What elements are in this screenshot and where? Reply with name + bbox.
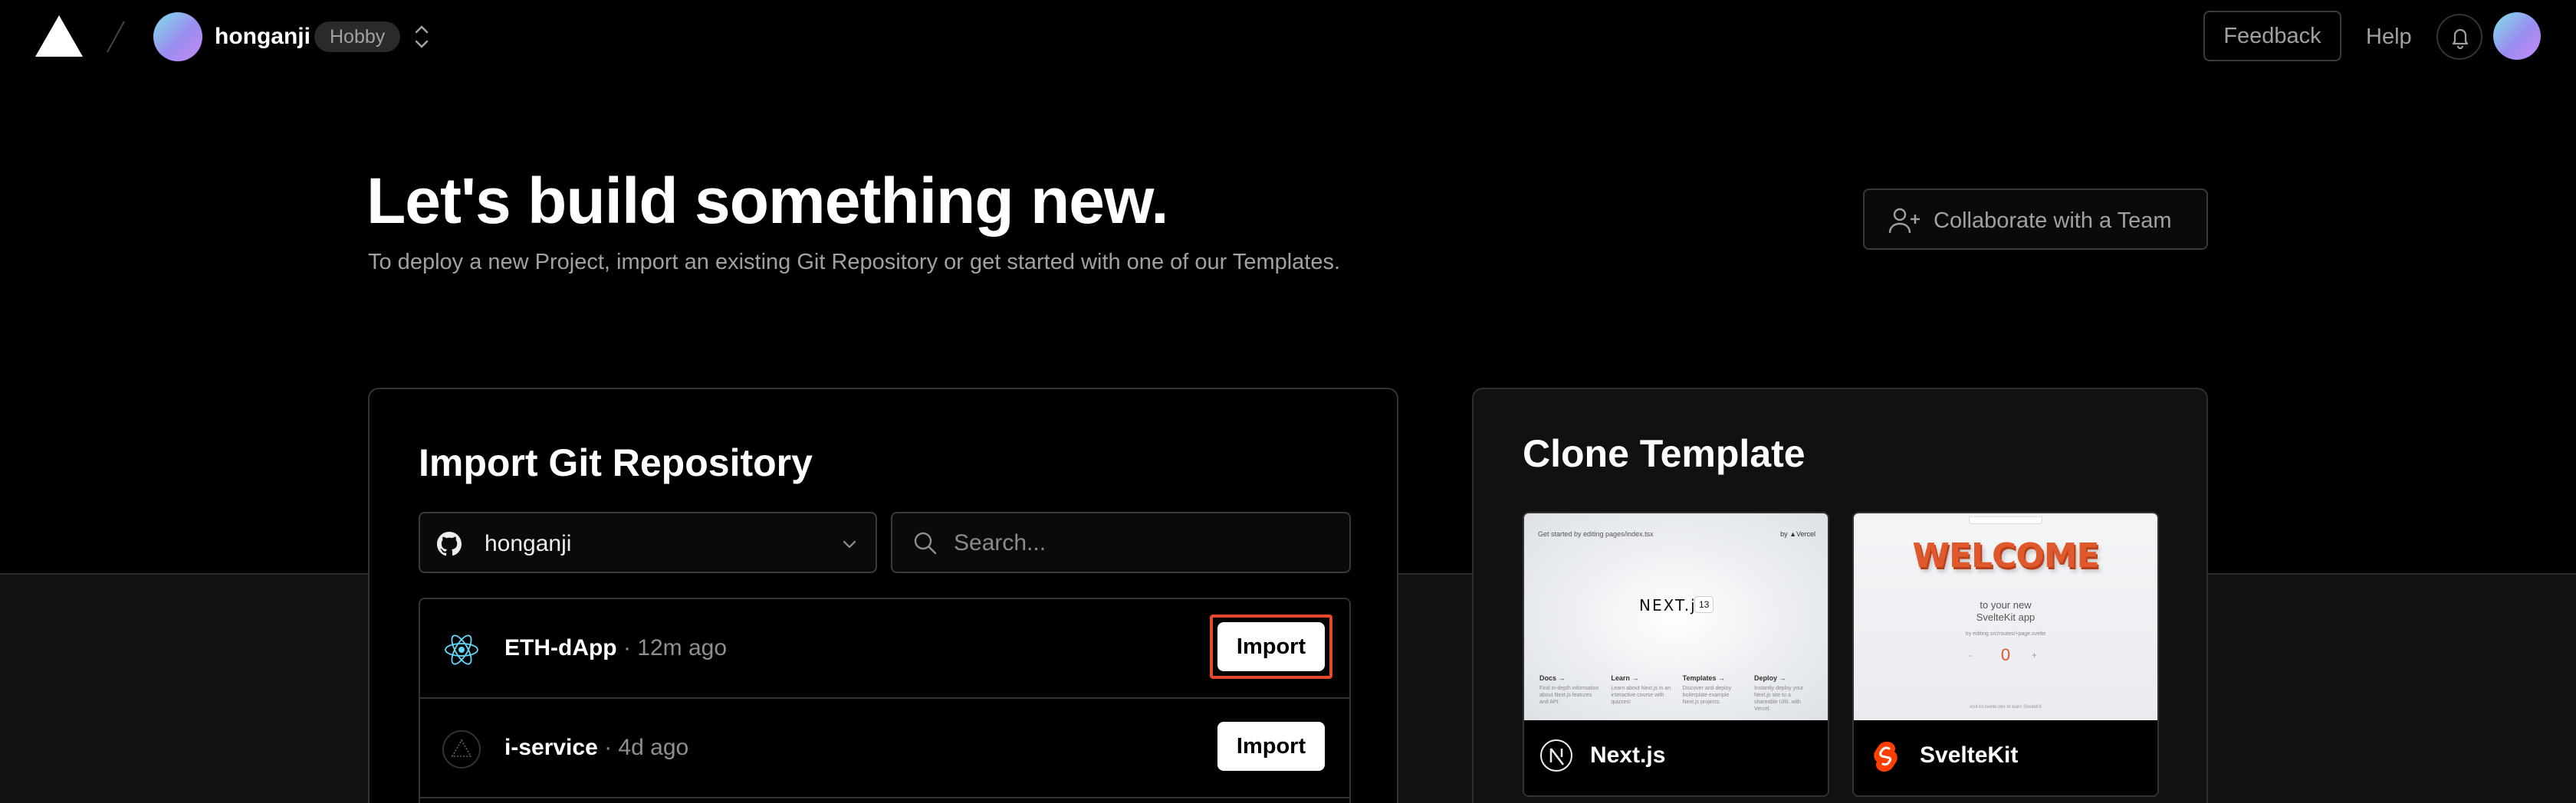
page-title: Let's build something new.: [366, 165, 1169, 237]
breadcrumb-separator-icon: [107, 21, 125, 53]
repository-name: ETH-dApp · 12m ago: [504, 633, 727, 664]
preview-column-title: Templates →: [1682, 674, 1726, 682]
github-icon: [437, 532, 462, 556]
collaborate-label: Collaborate with a Team: [1934, 208, 2172, 233]
preview-subtitle: to your new SvelteKit app: [1854, 599, 2157, 624]
preview-text: to your new: [1980, 599, 2032, 611]
repository-title: i-service: [504, 735, 598, 760]
chevron-down-icon: [843, 540, 856, 549]
account-name[interactable]: honganji: [215, 21, 310, 52]
vercel-triangle-icon: [442, 730, 481, 769]
user-plus-icon: [1888, 208, 1920, 234]
template-card-sveltekit[interactable]: WELCOME to your new SvelteKit app try edi…: [1852, 512, 2159, 797]
preview-column-title: Learn →: [1611, 674, 1639, 682]
preview-column-text: Learn about Next.js in an interactive co…: [1611, 686, 1671, 705]
clone-template-card: Clone Template Get started by editing pa…: [1472, 388, 2208, 803]
collaborate-with-team-button[interactable]: Collaborate with a Team: [1863, 188, 2208, 250]
top-nav: honganji Hobby Feedback Help: [0, 0, 2576, 74]
repository-search[interactable]: [891, 512, 1351, 573]
team-avatar[interactable]: [153, 12, 202, 61]
preview-column-text: Find in-depth information about Next.js …: [1539, 686, 1599, 705]
template-card-nextjs[interactable]: Get started by editing pages/index.tsx b…: [1523, 512, 1829, 797]
help-link[interactable]: Help: [2366, 21, 2412, 52]
preview-column-text: Instantly deploy your Next.js site to a …: [1753, 686, 1804, 712]
version-badge: 13: [1694, 596, 1714, 613]
preview-columns: Docs → Find in-depth information about Ne…: [1539, 674, 1815, 713]
repository-updated-time: · 4d ago: [597, 735, 689, 760]
import-button[interactable]: Import: [1217, 722, 1325, 771]
chevron-up-down-icon[interactable]: [412, 20, 431, 54]
preview-text: by ▲Vercel: [1780, 530, 1815, 538]
template-footer: SvelteKit: [1854, 720, 2157, 795]
notifications-button[interactable]: [2436, 14, 2482, 60]
search-input[interactable]: [954, 526, 1337, 561]
feedback-button[interactable]: Feedback: [2203, 11, 2341, 61]
repository-row: ETH-dApp · 12m ago Import: [420, 599, 1349, 699]
preview-text: try editing src/routes/+page.svelte: [1965, 631, 2046, 637]
preview-column-title: Deploy →: [1753, 674, 1786, 682]
svelte-icon: [1874, 741, 1898, 772]
nextjs-icon: [1540, 739, 1572, 772]
preview-text: Get started by editing pages/index.tsx: [1538, 530, 1654, 538]
user-avatar[interactable]: [2493, 12, 2541, 60]
counter-value: 0: [2000, 645, 2011, 664]
template-name: Next.js: [1590, 742, 1666, 768]
preview-column-text: Discover and deploy boilerplate example …: [1682, 686, 1732, 705]
react-icon: [445, 634, 478, 665]
repository-updated-time: · 12m ago: [616, 635, 728, 660]
preview-text: +: [2032, 650, 2038, 660]
preview-nav: [1969, 516, 2042, 524]
preview-column: Deploy → Instantly deploy your Next.js si…: [1754, 674, 1815, 713]
repository-name: i-service · 4d ago: [504, 733, 688, 763]
template-name: SvelteKit: [1920, 742, 2019, 768]
git-owner-name: honganji: [485, 531, 572, 556]
plan-badge: Hobby: [314, 21, 401, 52]
page-subtitle: To deploy a new Project, import an exist…: [368, 250, 1341, 274]
clone-title: Clone Template: [1523, 432, 1806, 475]
git-owner-select[interactable]: honganji: [419, 512, 877, 573]
import-title: Import Git Repository: [419, 441, 813, 484]
preview-text: SvelteKit app: [1976, 611, 2036, 623]
template-footer: Next.js: [1524, 720, 1828, 795]
search-icon: [914, 532, 937, 555]
nextjs-template-preview: Get started by editing pages/index.tsx b…: [1524, 513, 1828, 720]
welcome-wordmark: WELCOME: [1912, 536, 2099, 575]
repository-list: ETH-dApp · 12m ago Import i-service · 4d…: [419, 598, 1351, 803]
preview-column: Docs → Find in-depth information about Ne…: [1539, 674, 1601, 713]
preview-column: Templates → Discover and deploy boilerpla…: [1683, 674, 1744, 713]
sveltekit-template-preview: WELCOME to your new SvelteKit app try edi…: [1854, 513, 2157, 720]
import-button[interactable]: Import: [1217, 622, 1325, 671]
repository-title: ETH-dApp: [504, 635, 617, 660]
preview-column-title: Docs →: [1539, 674, 1566, 682]
preview-text: visit kit.svelte.dev to learn SvelteKit: [1970, 705, 2042, 710]
vercel-logo-icon[interactable]: [35, 15, 83, 57]
preview-column: Learn → Learn about Next.js in an interac…: [1611, 674, 1672, 713]
import-git-repository-card: Import Git Repository honganji ETH-dApp …: [368, 388, 1398, 803]
bell-icon: [2452, 28, 2469, 49]
repository-row: i-service · 4d ago Import: [420, 699, 1349, 798]
